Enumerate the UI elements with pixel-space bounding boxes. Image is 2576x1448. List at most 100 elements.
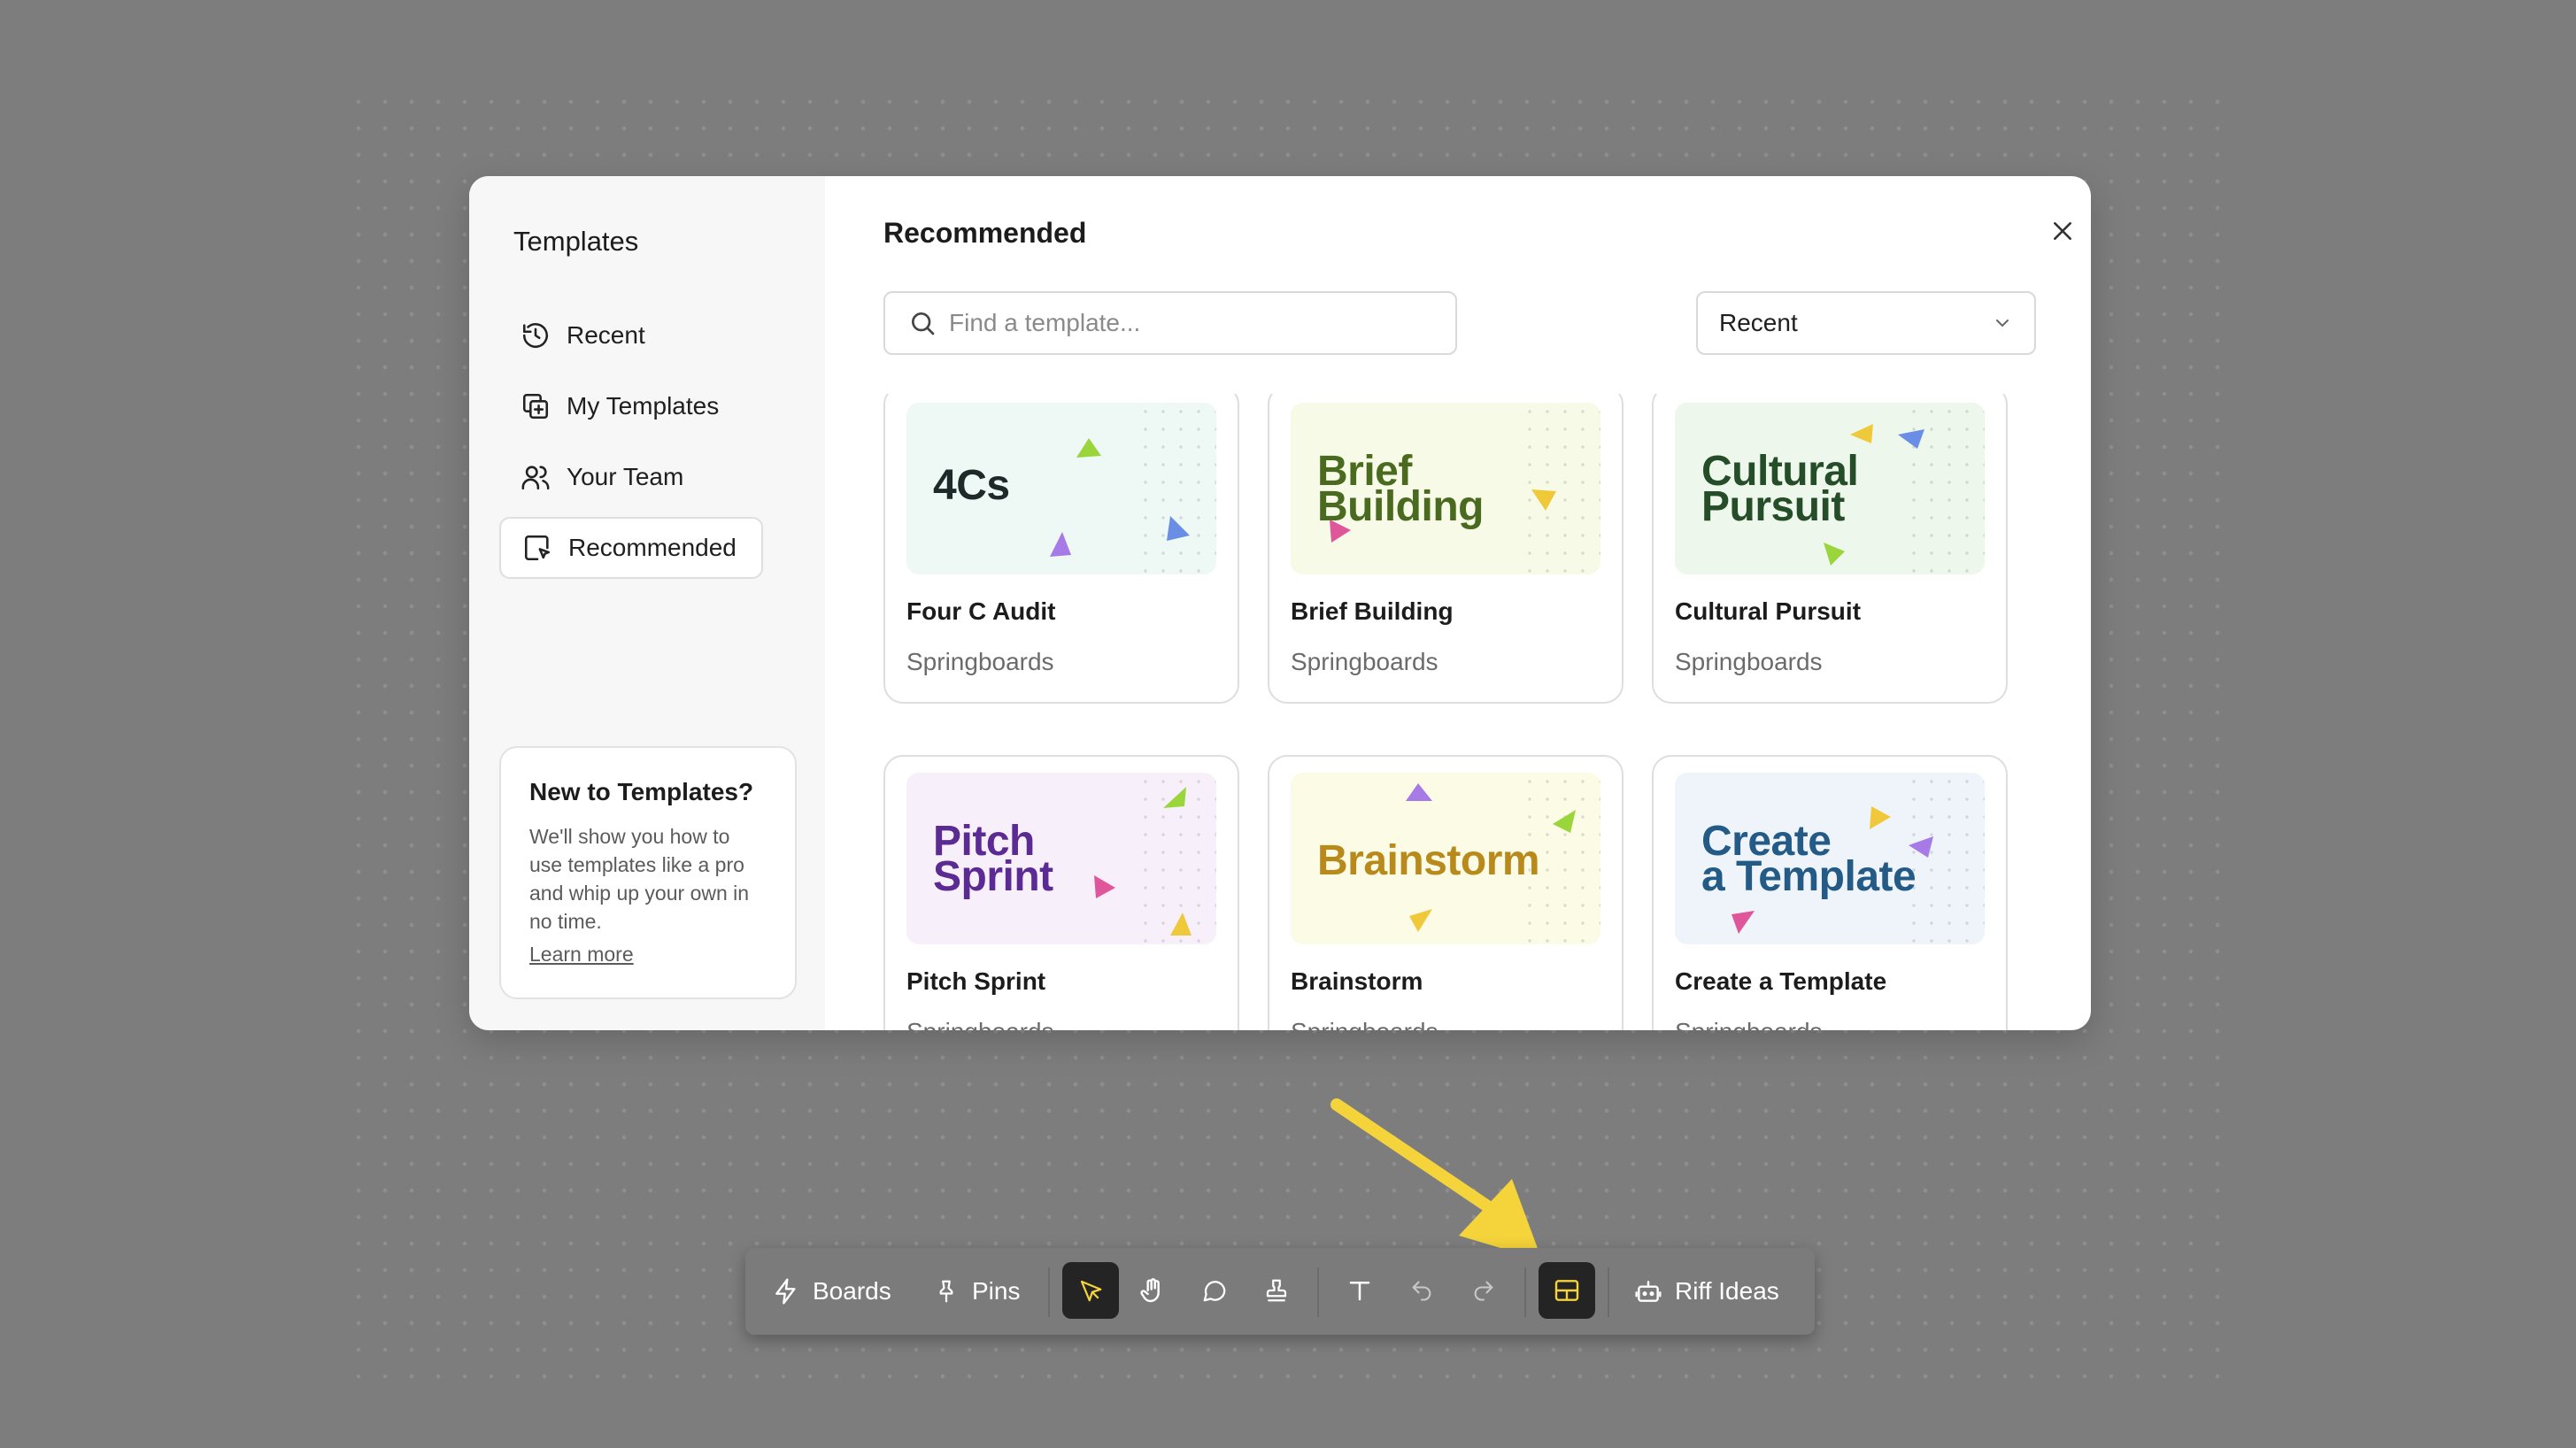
- template-name: Cultural Pursuit: [1675, 597, 1862, 625]
- template-card-create-a-template[interactable]: Createa Template Create a Template Sprin…: [1652, 755, 2008, 1030]
- riff-ideas-label: Riff Ideas: [1675, 1277, 1779, 1305]
- template-card-cultural-pursuit[interactable]: Cultural Pursuit Cultural Pursuit Springb…: [1652, 394, 2008, 704]
- annotation-arrow-icon: [1330, 1098, 1542, 1260]
- thumbnail-title: Brainstorm: [1317, 837, 1540, 884]
- template-card-brainstorm[interactable]: Brainstorm Brainstorm Springboards: [1268, 755, 1623, 1030]
- search-box: [883, 291, 1457, 355]
- templates-grid-icon: [1554, 1280, 1579, 1301]
- template-name: Create a Template: [1675, 967, 1887, 995]
- search-icon: [912, 312, 935, 335]
- sort-value: Recent: [1719, 309, 1798, 336]
- templates-button[interactable]: [1539, 1262, 1595, 1319]
- template-category: Springboards: [1675, 1018, 1823, 1030]
- template-thumbnail: Brainstorm: [1291, 773, 1600, 944]
- users-icon: [521, 462, 551, 492]
- sidebar-item-label: Recommended: [568, 534, 737, 561]
- redo-button[interactable]: [1455, 1262, 1512, 1319]
- help-title: New to Templates?: [529, 778, 754, 805]
- template-name: Four C Audit: [906, 597, 1056, 625]
- boards-button[interactable]: Boards: [772, 1248, 891, 1335]
- template-thumbnail: Brief Building: [1291, 403, 1600, 574]
- template-category: Springboards: [906, 648, 1054, 675]
- template-category: Springboards: [1675, 648, 1823, 675]
- template-name: Brief Building: [1291, 597, 1454, 625]
- thumbnail-title: Pitch Sprint: [933, 818, 1053, 900]
- template-thumbnail: Cultural Pursuit: [1675, 403, 1985, 574]
- template-category: Springboards: [1291, 1018, 1438, 1030]
- comment-tool-button[interactable]: [1186, 1262, 1243, 1319]
- sidebar-item-label: Recent: [567, 321, 645, 349]
- sort-select[interactable]: Recent: [1696, 291, 2036, 355]
- chevron-down-icon: [1996, 320, 2009, 327]
- stamp-icon: [1266, 1279, 1287, 1302]
- sidebar-item-my-templates[interactable]: My Templates: [499, 375, 763, 437]
- learn-more-link[interactable]: Learn more: [529, 943, 634, 967]
- hand-icon: [1140, 1278, 1160, 1303]
- sidebar-item-recent[interactable]: Recent: [499, 304, 763, 366]
- page-title: Recommended: [883, 217, 1087, 249]
- thumbnail-title: Brief Building: [1317, 448, 1484, 530]
- cursor-arrow-icon: [1553, 810, 1576, 833]
- template-category: Springboards: [906, 1018, 1054, 1030]
- template-card-pitch-sprint[interactable]: PitchSprint Pitch Sprint Springboards: [883, 755, 1239, 1030]
- sidebar-title: Templates: [513, 226, 639, 257]
- cursor-arrow-icon: [1898, 429, 1924, 449]
- cursor-arrow-icon: [1330, 520, 1351, 543]
- hand-tool-button[interactable]: [1124, 1262, 1181, 1319]
- toolbar-divider: [1524, 1267, 1526, 1317]
- cursor-arrow-icon: [1909, 836, 1933, 858]
- cursor-arrow-icon: [1170, 913, 1192, 936]
- template-name: Brainstorm: [1291, 967, 1423, 995]
- cursor-arrow-icon: [1731, 911, 1755, 934]
- select-tool-button[interactable]: [1062, 1262, 1119, 1319]
- bottom-toolbar: Boards Pins Riff Ideas: [745, 1248, 1815, 1335]
- cursor-arrow-icon: [1050, 532, 1071, 557]
- close-button[interactable]: [2040, 208, 2086, 254]
- cursor-arrow-icon: [1094, 875, 1115, 898]
- cursor-arrow-icon: [1824, 543, 1845, 566]
- templates-sidebar: Templates Recent My Templates Your Team …: [469, 176, 825, 1030]
- cursor-arrow-icon: [1531, 489, 1556, 511]
- stamp-tool-button[interactable]: [1248, 1262, 1305, 1319]
- text-tool-button[interactable]: [1331, 1262, 1388, 1319]
- sidebar-item-label: My Templates: [567, 392, 720, 420]
- templates-main: Recommended Recent 4Cs Four C Audi: [825, 176, 2091, 1030]
- toolbar-divider: [1048, 1267, 1050, 1317]
- search-input[interactable]: [949, 309, 1445, 337]
- template-thumbnail: Create a Template: [1675, 773, 1985, 944]
- new-to-templates-card: New to Templates? We'll show you how to …: [499, 746, 797, 999]
- sidebar-item-recommended[interactable]: Recommended: [499, 517, 763, 579]
- thumbnail-title: Cultural Pursuit: [1701, 448, 1859, 530]
- cursor-arrow-icon: [1163, 787, 1186, 808]
- cursor-arrow-icon: [1409, 909, 1432, 932]
- undo-icon: [1412, 1281, 1431, 1301]
- pins-button[interactable]: Pins: [933, 1248, 1020, 1335]
- template-grid: 4Cs Four C Audit Springboards Brief Build…: [883, 394, 2070, 1030]
- cursor-arrow-icon: [1167, 516, 1190, 541]
- cursor-arrow-icon: [1076, 438, 1101, 458]
- thumbnail-title: Create a Template: [1701, 818, 1917, 900]
- template-thumbnail: 4Cs: [906, 403, 1216, 574]
- template-category: Springboards: [1291, 648, 1438, 675]
- cursor-arrow-icon: [1406, 783, 1432, 801]
- history-icon: [521, 320, 551, 350]
- toolbar-divider: [1608, 1267, 1609, 1317]
- template-thumbnail: Pitch Sprint: [906, 773, 1216, 944]
- text-icon: [1349, 1282, 1370, 1301]
- templates-modal: Templates Recent My Templates Your Team …: [469, 176, 2091, 1030]
- undo-button[interactable]: [1393, 1262, 1450, 1319]
- lightning-icon: [775, 1278, 796, 1305]
- cursor-arrow-icon: [1870, 806, 1891, 829]
- redo-icon: [1474, 1281, 1493, 1301]
- sidebar-item-your-team[interactable]: Your Team: [499, 446, 763, 508]
- template-card-four-c-audit[interactable]: 4Cs Four C Audit Springboards: [883, 394, 1239, 704]
- select-icon: [1080, 1280, 1102, 1302]
- templates-copy-icon: [521, 391, 551, 421]
- recommended-icon: [522, 533, 552, 563]
- template-name: Pitch Sprint: [906, 967, 1046, 995]
- riff-ideas-button[interactable]: Riff Ideas: [1634, 1248, 1779, 1335]
- template-card-brief-building[interactable]: Brief Building Brief Building Springboard…: [1268, 394, 1623, 704]
- pins-label: Pins: [972, 1277, 1021, 1305]
- close-icon: [2054, 222, 2071, 240]
- comment-icon: [1203, 1281, 1226, 1302]
